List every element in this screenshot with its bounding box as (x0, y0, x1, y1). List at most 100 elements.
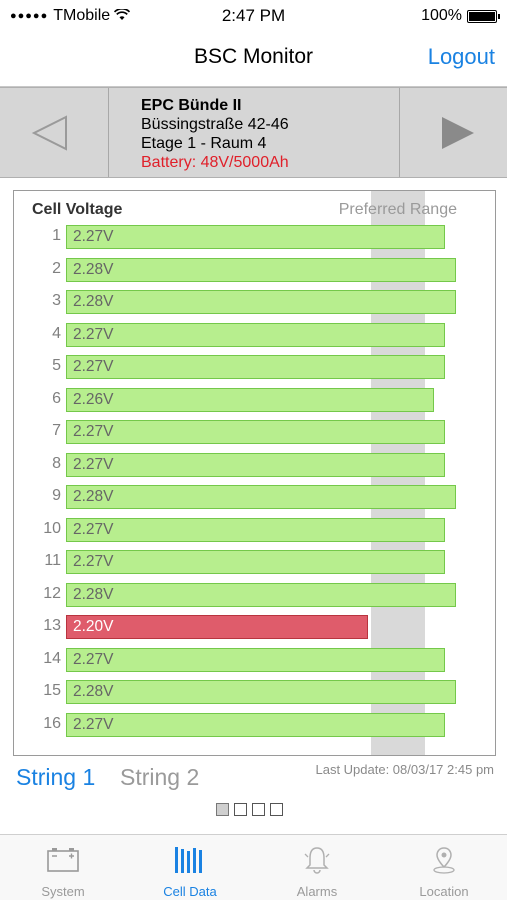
status-bar: ●●●●● TMobile 2:47 PM 100% (0, 0, 507, 32)
cell-voltage-label: 2.27V (73, 520, 114, 538)
cell-row: 15 2.28V (14, 680, 495, 704)
battery-icon (0, 845, 126, 875)
arrow-left-icon (31, 115, 67, 151)
next-location-button[interactable] (399, 88, 507, 177)
page-dot[interactable] (216, 803, 229, 816)
cell-voltage-label: 2.26V (73, 390, 114, 408)
cell-number: 2 (52, 259, 61, 277)
cell-number: 5 (52, 357, 61, 374)
cell-voltage-label: 2.27V (73, 423, 114, 440)
string-1-tab[interactable]: String 1 (16, 764, 95, 791)
cell-voltage-bar[interactable]: 2.28V (66, 485, 456, 509)
location-details: EPC Bünde II Büssingstraße 42-46 Etage 1… (141, 96, 289, 172)
cell-row: 10 2.27V (14, 517, 495, 542)
cell-number: 7 (52, 422, 61, 439)
cell-row: 16 2.27V (14, 712, 495, 737)
logout-button[interactable]: Logout (428, 44, 495, 70)
cell-number: 3 (52, 292, 61, 309)
cell-row: 1 2.27V (14, 225, 495, 249)
page-dot[interactable] (234, 803, 247, 816)
cell-voltage-bar[interactable]: 2.27V (66, 452, 445, 477)
location-floor-room: Etage 1 - Raum 4 (141, 135, 267, 152)
cell-voltage-label: 2.28V (73, 488, 114, 505)
cell-voltage-label: 2.20V (73, 618, 114, 635)
battery-spec: Battery: 48V/5000Ah (141, 154, 289, 171)
cell-number: 8 (52, 454, 61, 472)
cell-number: 13 (43, 617, 61, 634)
cell-voltage-bar[interactable]: 2.28V (66, 257, 456, 282)
location-header: EPC Bünde II Büssingstraße 42-46 Etage 1… (0, 87, 507, 178)
tab-label: System (41, 884, 85, 899)
cell-voltage-label: 2.27V (73, 325, 114, 343)
cell-row: 4 2.27V (14, 322, 495, 347)
page-dot[interactable] (270, 803, 283, 816)
cell-number: 12 (43, 584, 61, 602)
cell-number: 10 (43, 519, 61, 537)
cell-voltage-bar[interactable]: 2.28V (66, 290, 456, 314)
cell-row: 7 2.27V (14, 420, 495, 444)
cell-voltage-label: 2.27V (73, 455, 114, 473)
tab-label: Alarms (296, 884, 338, 899)
tab-label: Location (419, 884, 469, 899)
cell-voltage-label: 2.28V (73, 683, 114, 700)
cell-voltage-label: 2.27V (73, 553, 114, 570)
cell-voltage-label: 2.28V (73, 585, 114, 603)
cell-number: 16 (43, 714, 61, 732)
arrow-right-icon (442, 117, 474, 149)
preferred-range-label: Preferred Range (338, 201, 457, 218)
cell-voltage-bar[interactable]: 2.27V (66, 647, 445, 672)
page-indicator (216, 803, 283, 816)
tab-cell-data[interactable]: Cell Data (127, 835, 253, 900)
chart-title: Cell Voltage (32, 201, 123, 218)
string-2-tab[interactable]: String 2 (120, 764, 199, 791)
previous-location-button[interactable] (0, 88, 109, 177)
location-street: Büssingstraße 42-46 (141, 116, 289, 133)
cell-number: 6 (52, 389, 61, 407)
cell-voltage-bar[interactable]: 2.28V (66, 582, 456, 607)
cell-number: 1 (52, 227, 61, 244)
cell-voltage-bar[interactable]: 2.28V (66, 680, 456, 704)
cell-number: 14 (43, 649, 61, 667)
cell-voltage-bar[interactable]: 2.27V (66, 517, 445, 542)
cell-voltage-chart: Cell Voltage Preferred Range 1 2.27V 2 2.28… (13, 190, 496, 756)
cell-row: 9 2.28V (14, 485, 495, 509)
cell-row: 5 2.27V (14, 355, 495, 379)
battery-group: 100% (421, 7, 500, 25)
cell-row: 8 2.27V (14, 452, 495, 477)
tab-system[interactable]: System (0, 835, 126, 900)
location-name: EPC Bünde II (141, 97, 242, 114)
cell-voltage-bar[interactable]: 2.26V (66, 387, 434, 412)
cell-voltage-bar[interactable]: 2.27V (66, 420, 445, 444)
pin-icon (381, 845, 507, 875)
cell-row: 3 2.28V (14, 290, 495, 314)
cell-row: 11 2.27V (14, 550, 495, 574)
cell-row: 12 2.28V (14, 582, 495, 607)
cell-voltage-bar[interactable]: 2.27V (66, 225, 445, 249)
bars-icon (127, 845, 253, 875)
cell-row: 2 2.28V (14, 257, 495, 282)
cell-voltage-label: 2.28V (73, 260, 114, 278)
tab-bar: System Cell Data Alarms Location (0, 834, 507, 900)
cell-number: 11 (44, 552, 61, 569)
battery-percent: 100% (421, 7, 462, 24)
cell-voltage-label: 2.27V (73, 358, 114, 375)
bell-icon (254, 845, 380, 875)
cell-number: 4 (52, 324, 61, 342)
tab-label: Cell Data (163, 884, 217, 899)
battery-level-icon (467, 9, 500, 23)
cell-voltage-bar[interactable]: 2.27V (66, 550, 445, 574)
cell-voltage-bar-alarm[interactable]: 2.20V (66, 615, 368, 639)
cell-voltage-label: 2.27V (73, 650, 114, 668)
cell-voltage-bar[interactable]: 2.27V (66, 712, 445, 737)
page-dot[interactable] (252, 803, 265, 816)
cell-voltage-label: 2.27V (73, 228, 114, 245)
tab-alarms[interactable]: Alarms (254, 835, 380, 900)
cell-voltage-bar[interactable]: 2.27V (66, 355, 445, 379)
cell-number: 9 (52, 487, 61, 504)
last-update-text: Last Update: 08/03/17 2:45 pm (315, 762, 494, 777)
cell-voltage-bar[interactable]: 2.27V (66, 322, 445, 347)
cell-voltage-label: 2.28V (73, 293, 114, 310)
cell-row: 14 2.27V (14, 647, 495, 672)
tab-location[interactable]: Location (381, 835, 507, 900)
navigation-bar: BSC Monitor Logout (0, 32, 507, 87)
